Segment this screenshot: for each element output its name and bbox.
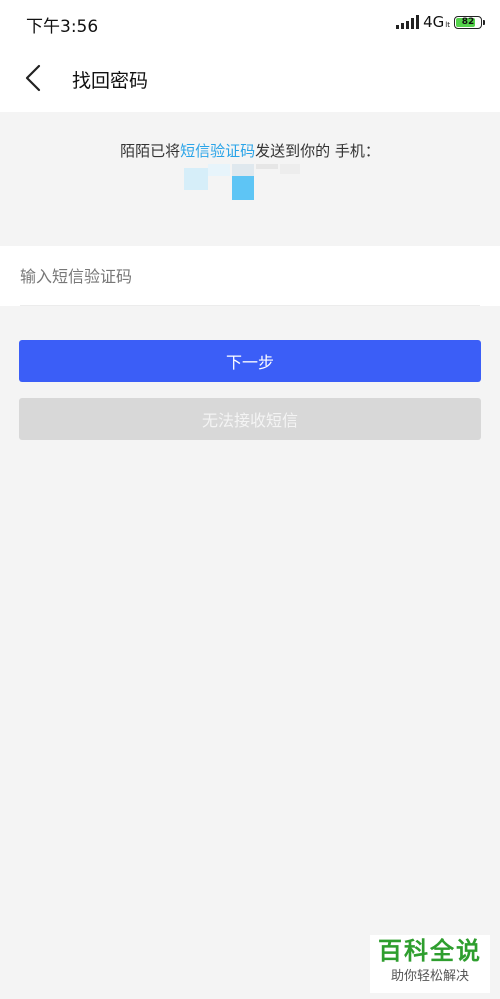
page-title: 找回密码 — [72, 70, 149, 92]
input-divider — [20, 305, 480, 306]
info-text-after: 发送到你的 手机： — [255, 142, 380, 160]
nav-bar: 找回密码 — [0, 44, 500, 112]
info-link: 短信验证码 — [180, 142, 256, 160]
back-button[interactable] — [14, 58, 54, 98]
masked-phone-number — [184, 164, 304, 204]
info-text-before: 陌陌已将 — [120, 142, 181, 160]
sms-info-section: 陌陌已将短信验证码发送到你的 手机： — [0, 112, 500, 246]
battery-icon: 82 — [454, 15, 485, 29]
signal-icon — [396, 15, 420, 29]
network-label: 4G — [423, 13, 445, 31]
chevron-left-icon — [25, 64, 41, 92]
status-time: 下午3:56 — [26, 17, 99, 37]
network-type: 4G lt — [423, 13, 450, 31]
battery-level: 82 — [461, 17, 475, 27]
network-sub-label: lt — [445, 21, 450, 29]
sms-info-text: 陌陌已将短信验证码发送到你的 手机： — [0, 140, 500, 161]
status-indicators: 4G lt 82 — [396, 12, 485, 32]
watermark-subtitle: 助你轻松解决 — [390, 969, 469, 984]
sms-code-row — [0, 246, 500, 306]
sms-code-input[interactable] — [0, 246, 500, 306]
watermark-logo: 百科全说 助你轻松解决 — [370, 935, 490, 993]
watermark-title: 百科全说 — [378, 937, 482, 965]
status-bar: 下午3:56 4G lt 82 — [0, 0, 500, 44]
cannot-receive-sms-button[interactable]: 无法接收短信 — [19, 398, 481, 440]
next-button[interactable]: 下一步 — [19, 340, 481, 382]
